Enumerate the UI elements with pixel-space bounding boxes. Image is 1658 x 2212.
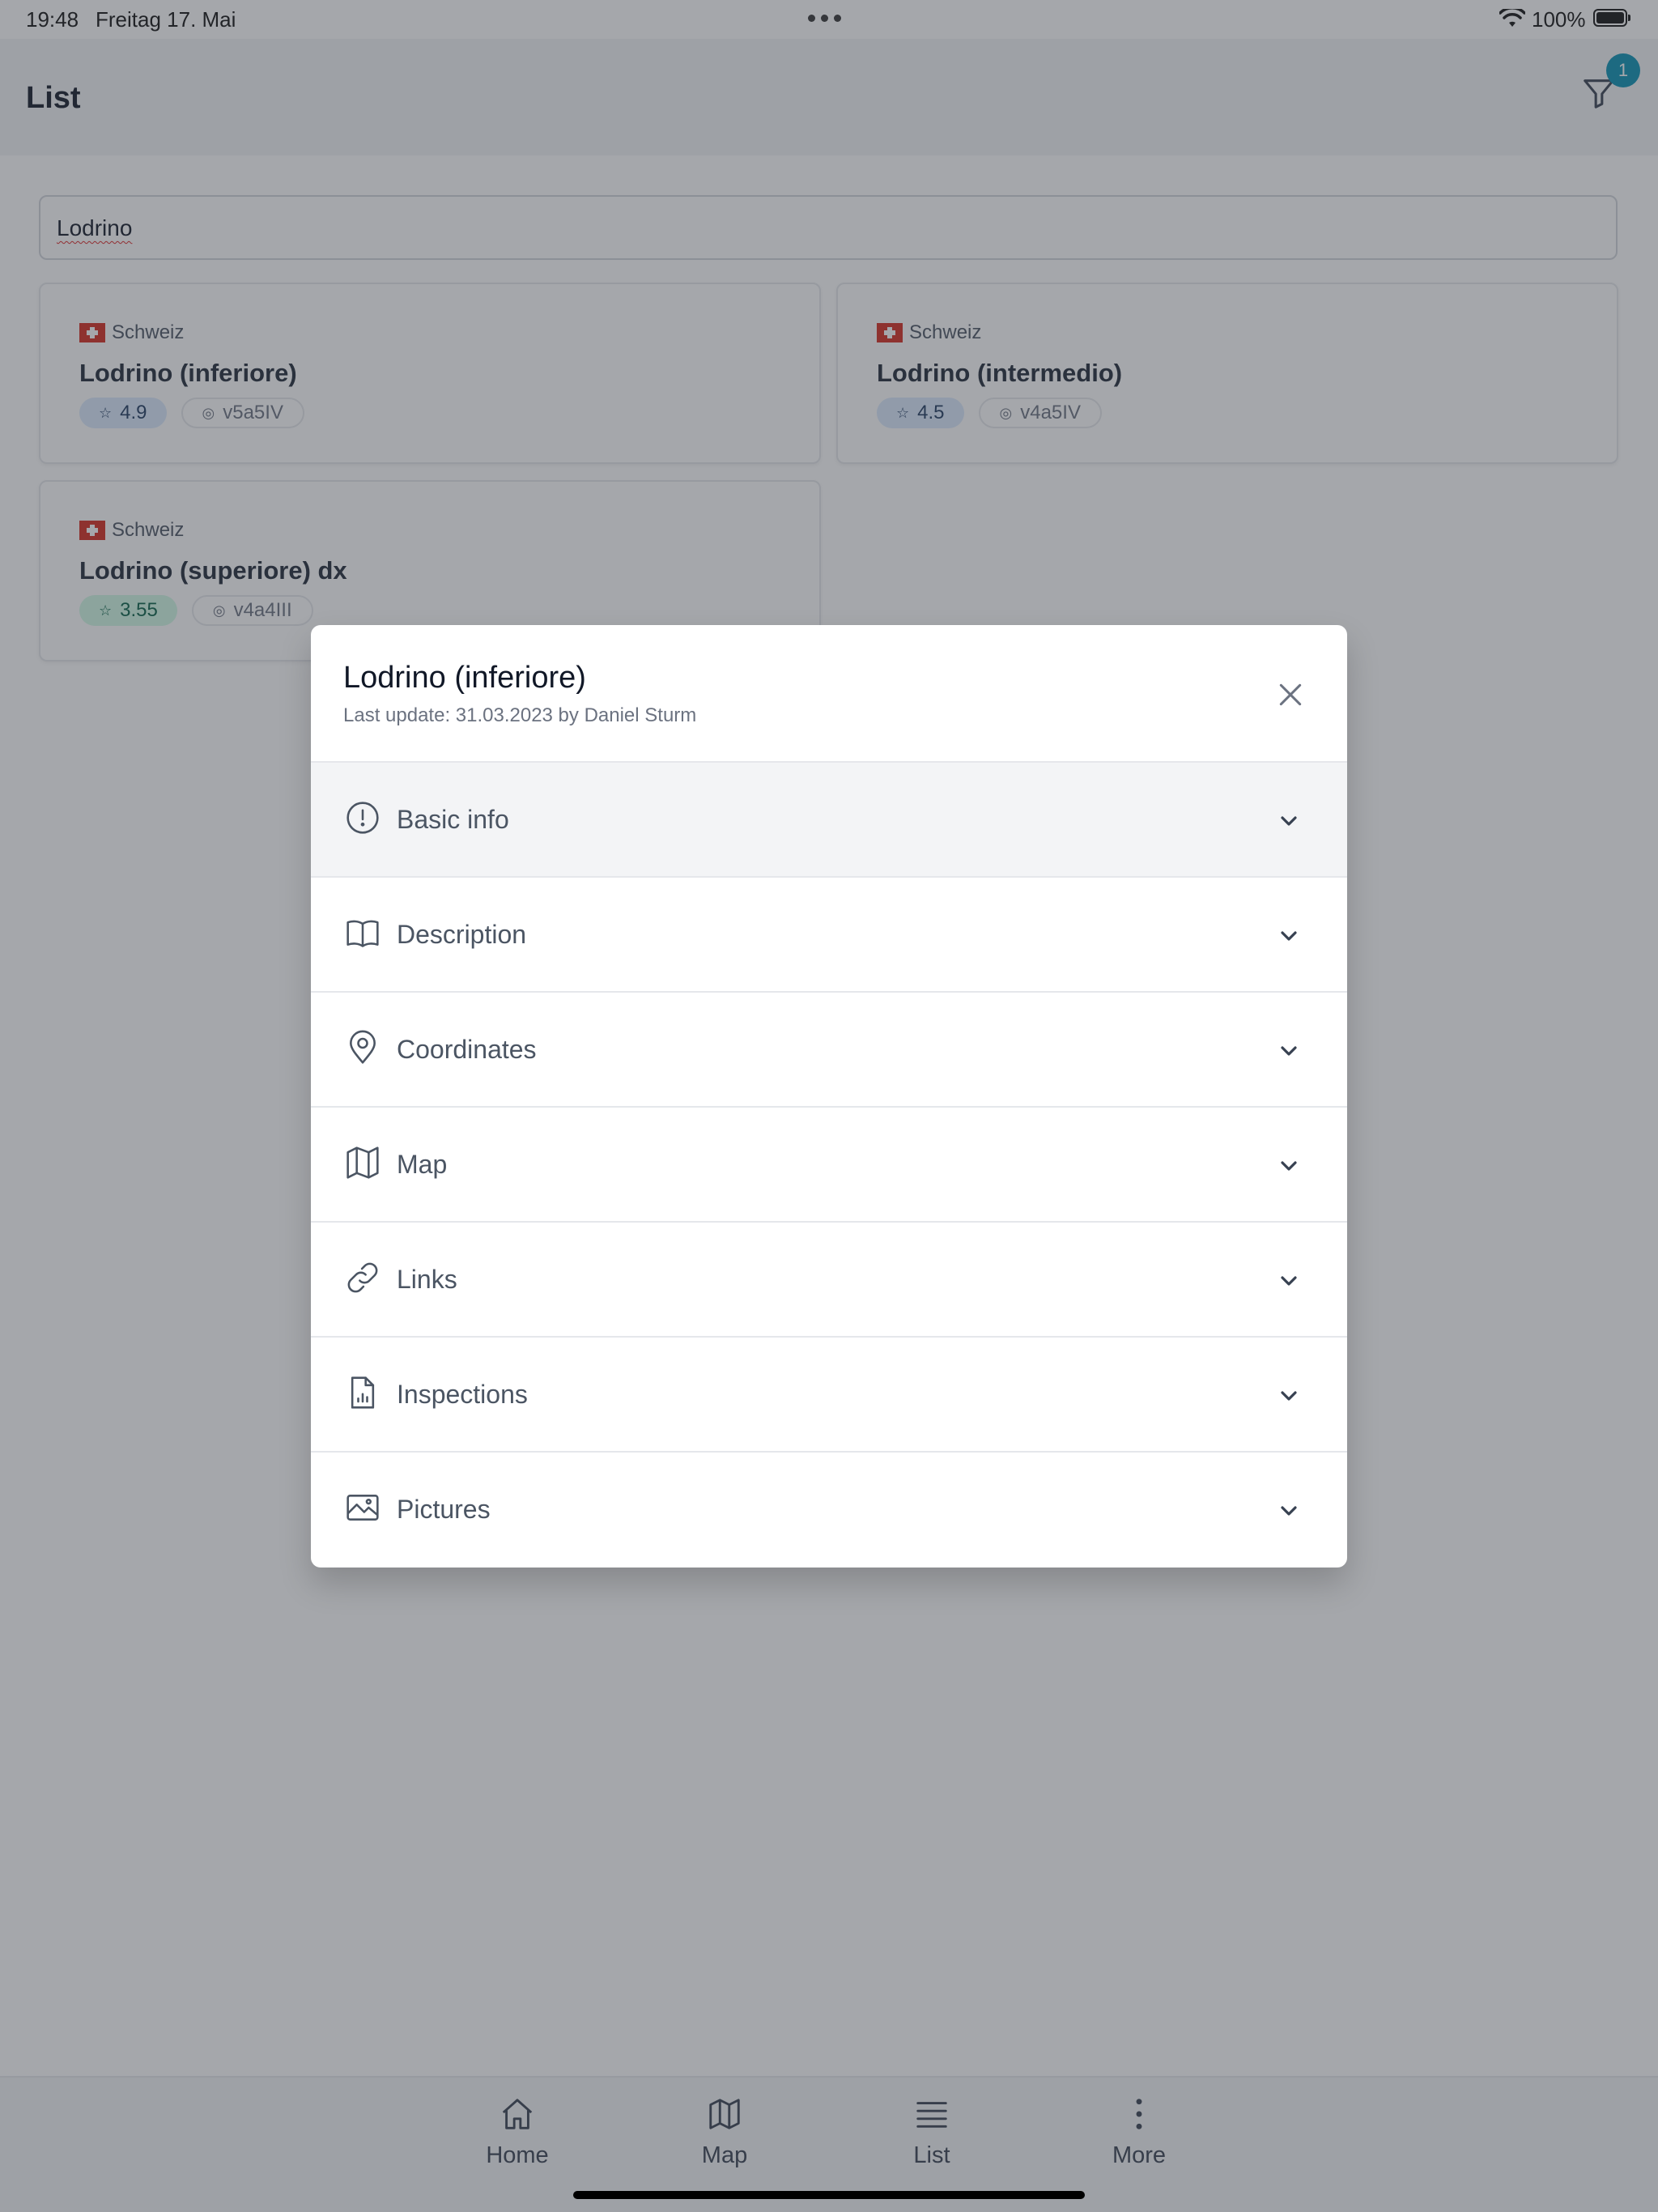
section-label: Pictures (397, 1495, 491, 1524)
chevron-down-icon (1281, 1046, 1297, 1056)
section-label: Map (397, 1150, 448, 1179)
chevron-down-icon (1281, 1506, 1297, 1516)
section-description[interactable]: Description (311, 878, 1347, 993)
section-pictures[interactable]: Pictures (311, 1453, 1347, 1568)
section-label: Description (397, 920, 527, 949)
section-label: Links (397, 1265, 457, 1294)
link-icon (347, 1262, 378, 1293)
section-label: Coordinates (397, 1035, 537, 1064)
home-indicator[interactable] (573, 2191, 1085, 2199)
section-label: Inspections (397, 1380, 528, 1409)
section-label: Basic info (397, 805, 509, 834)
chevron-down-icon (1281, 1161, 1297, 1171)
section-coordinates[interactable]: Coordinates (311, 993, 1347, 1108)
map-pin-icon (350, 1030, 376, 1064)
chevron-down-icon (1281, 931, 1297, 941)
info-circle-icon (346, 802, 379, 834)
modal-subtitle: Last update: 31.03.2023 by Daniel Sturm (343, 704, 697, 726)
modal-title: Lodrino (inferiore) (343, 661, 586, 695)
details-modal: Lodrino (inferiore) Last update: 31.03.2… (311, 625, 1347, 1568)
close-icon[interactable] (1274, 678, 1307, 711)
section-inspections[interactable]: Inspections (311, 1338, 1347, 1453)
chevron-down-icon (1281, 816, 1297, 826)
image-icon (346, 1495, 379, 1521)
chevron-down-icon (1281, 1276, 1297, 1286)
document-chart-icon (351, 1376, 375, 1409)
book-open-icon (346, 920, 379, 947)
modal-header: Lodrino (inferiore) Last update: 31.03.2… (311, 625, 1347, 763)
chevron-down-icon (1281, 1391, 1297, 1401)
section-map[interactable]: Map (311, 1108, 1347, 1223)
section-basic-info[interactable]: Basic info (311, 763, 1347, 878)
map-icon (346, 1146, 379, 1179)
section-links[interactable]: Links (311, 1223, 1347, 1338)
